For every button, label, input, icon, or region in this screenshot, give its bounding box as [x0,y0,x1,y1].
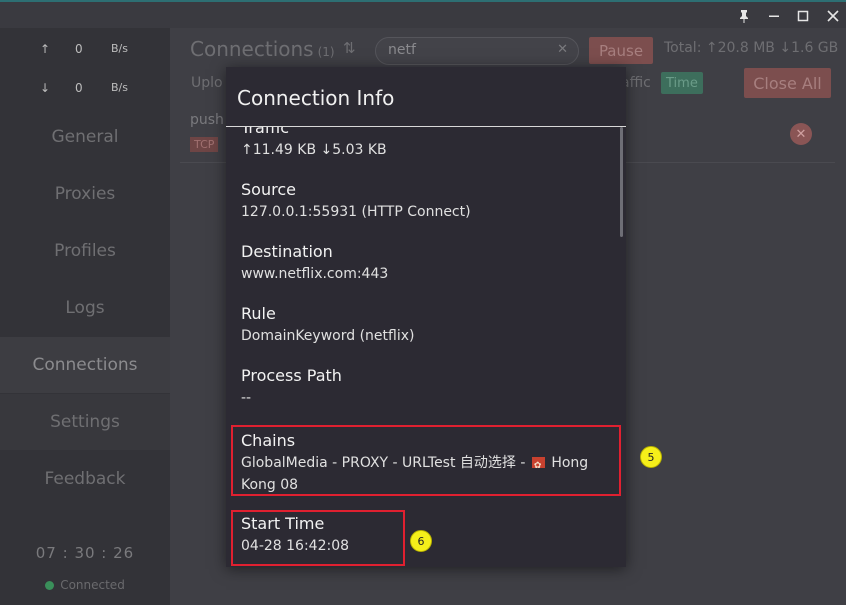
field-source: Source 127.0.0.1:55931 (HTTP Connect) [241,179,471,223]
download-arrow-icon: ↓ [40,81,51,95]
close-connection-icon[interactable]: ✕ [790,123,812,145]
nav-logs[interactable]: Logs [0,280,170,336]
connection-type-badge: TCP [190,137,219,152]
annotation-marker-6: 6 [410,530,432,552]
field-value: DomainKeyword (netflix) [241,328,415,344]
total-traffic: Total: ↑20.8 MB ↓1.6 GB [664,40,839,56]
page-title-text: Connections [190,37,314,61]
sort-upload-option[interactable]: Uplo [191,75,223,91]
status-dot-icon [45,581,55,590]
field-process-path: Process Path -- [241,365,342,409]
start-time-highlight-box [231,510,405,566]
pin-icon[interactable] [732,6,756,26]
field-label: Source [241,180,296,199]
uptime-clock: 07 : 30 : 26 [35,544,135,562]
field-label: Traffic [241,127,290,137]
nav-profiles[interactable]: Profiles [0,223,170,279]
download-speed: ↓ 0 B/s [0,79,170,99]
sidebar: ↑ 0 B/s ↓ 0 B/s General Proxies Profiles… [0,28,170,605]
status-label: Connected [60,578,125,592]
download-unit: B/s [111,81,128,94]
chains-highlight-box [231,425,621,496]
connection-status: Connected [0,578,170,592]
field-value: -- [241,390,252,406]
connection-host: push [190,112,224,128]
download-value: 0 [75,81,83,95]
nav-connections[interactable]: Connections [0,337,170,393]
nav-general[interactable]: General [0,109,170,165]
upload-arrow-icon: ↑ [40,42,51,56]
field-destination: Destination www.netflix.com:443 [241,241,388,285]
search-input[interactable]: netf ✕ [375,37,579,65]
field-label: Destination [241,242,333,261]
upload-value: 0 [75,42,83,56]
minimize-icon[interactable] [762,6,786,26]
close-all-button[interactable]: Close All [744,68,831,98]
nav-proxies[interactable]: Proxies [0,166,170,222]
field-label: Process Path [241,366,342,385]
window-top-accent [0,0,846,2]
field-value: ↑11.49 KB ↓5.03 KB [241,142,387,158]
close-icon[interactable] [821,6,845,26]
upload-unit: B/s [111,42,128,55]
dialog-body: Traffic ↑11.49 KB ↓5.03 KB Source 127.0.… [226,127,626,567]
field-label: Rule [241,304,276,323]
field-traffic: Traffic ↑11.49 KB ↓5.03 KB [241,127,387,161]
sort-order-icon[interactable]: ⇅ [343,39,356,57]
page-title: Connections (1) [190,37,335,61]
nav-settings[interactable]: Settings [0,394,170,450]
field-value: www.netflix.com:443 [241,266,389,282]
field-value: 127.0.0.1:55931 (HTTP Connect) [241,204,471,220]
sort-time-option[interactable]: Time [661,72,703,94]
pause-button[interactable]: Pause [589,37,653,64]
dialog-title: Connection Info [237,86,395,110]
field-rule: Rule DomainKeyword (netflix) [241,303,414,347]
upload-speed: ↑ 0 B/s [0,40,170,60]
maximize-icon[interactable] [791,6,815,26]
nav-feedback[interactable]: Feedback [0,451,170,507]
connection-count: (1) [317,45,335,59]
search-input-value: netf [388,42,416,58]
annotation-marker-5: 5 [640,446,662,468]
clear-search-icon[interactable]: ✕ [557,42,568,57]
